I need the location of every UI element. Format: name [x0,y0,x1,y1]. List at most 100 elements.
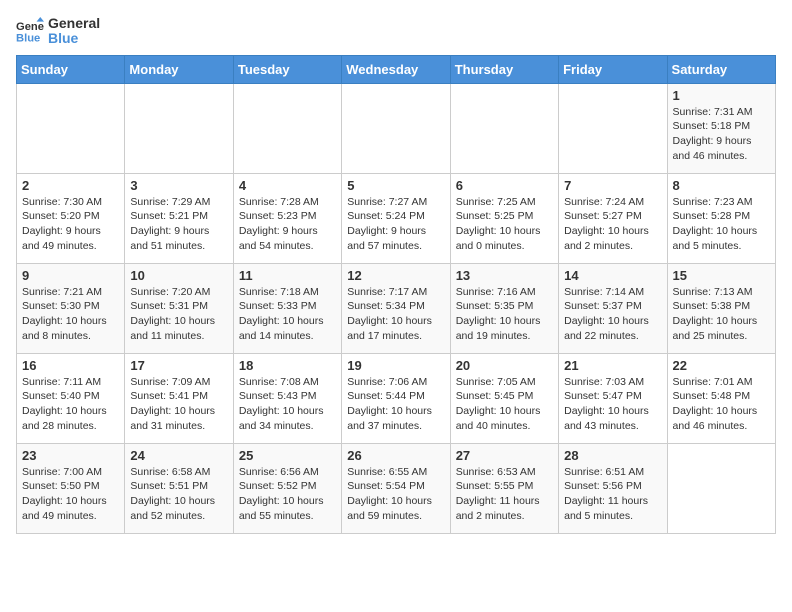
logo-icon: General Blue [16,17,44,45]
day-header-row: SundayMondayTuesdayWednesdayThursdayFrid… [17,55,776,83]
day-number: 22 [673,358,770,373]
day-number: 16 [22,358,119,373]
day-info: Sunrise: 7:21 AM Sunset: 5:30 PM Dayligh… [22,285,119,344]
header-thursday: Thursday [450,55,558,83]
header-wednesday: Wednesday [342,55,450,83]
day-cell: 26 Sunrise: 6:55 AM Sunset: 5:54 PM Dayli… [342,443,450,533]
day-number: 21 [564,358,661,373]
calendar-table: SundayMondayTuesdayWednesdayThursdayFrid… [16,55,776,534]
day-number: 8 [673,178,770,193]
day-info: Sunrise: 6:51 AM Sunset: 5:56 PM Dayligh… [564,465,661,524]
day-info: Sunrise: 6:58 AM Sunset: 5:51 PM Dayligh… [130,465,227,524]
day-cell: 14 Sunrise: 7:14 AM Sunset: 5:37 PM Dayli… [559,263,667,353]
day-number: 10 [130,268,227,283]
day-cell: 16 Sunrise: 7:11 AM Sunset: 5:40 PM Dayli… [17,353,125,443]
day-number: 18 [239,358,336,373]
day-number: 27 [456,448,553,463]
day-info: Sunrise: 7:17 AM Sunset: 5:34 PM Dayligh… [347,285,444,344]
day-number: 24 [130,448,227,463]
svg-text:General: General [16,21,44,33]
day-info: Sunrise: 6:53 AM Sunset: 5:55 PM Dayligh… [456,465,553,524]
day-number: 28 [564,448,661,463]
day-cell [450,83,558,173]
day-cell: 18 Sunrise: 7:08 AM Sunset: 5:43 PM Dayli… [233,353,341,443]
day-number: 5 [347,178,444,193]
header-friday: Friday [559,55,667,83]
day-number: 26 [347,448,444,463]
day-cell: 17 Sunrise: 7:09 AM Sunset: 5:41 PM Dayli… [125,353,233,443]
day-info: Sunrise: 7:25 AM Sunset: 5:25 PM Dayligh… [456,195,553,254]
day-info: Sunrise: 7:29 AM Sunset: 5:21 PM Dayligh… [130,195,227,254]
day-cell [559,83,667,173]
header-sunday: Sunday [17,55,125,83]
day-info: Sunrise: 7:31 AM Sunset: 5:18 PM Dayligh… [673,105,770,164]
day-cell: 28 Sunrise: 6:51 AM Sunset: 5:56 PM Dayli… [559,443,667,533]
day-cell [125,83,233,173]
day-info: Sunrise: 7:03 AM Sunset: 5:47 PM Dayligh… [564,375,661,434]
week-row-1: 1 Sunrise: 7:31 AM Sunset: 5:18 PM Daylig… [17,83,776,173]
day-info: Sunrise: 7:30 AM Sunset: 5:20 PM Dayligh… [22,195,119,254]
day-number: 19 [347,358,444,373]
day-cell [233,83,341,173]
day-cell: 19 Sunrise: 7:06 AM Sunset: 5:44 PM Dayli… [342,353,450,443]
day-number: 23 [22,448,119,463]
day-cell: 12Sunrise: 7:17 AM Sunset: 5:34 PM Dayli… [342,263,450,353]
week-row-2: 2Sunrise: 7:30 AM Sunset: 5:20 PM Daylig… [17,173,776,263]
day-cell [667,443,775,533]
day-info: Sunrise: 7:16 AM Sunset: 5:35 PM Dayligh… [456,285,553,344]
day-info: Sunrise: 7:20 AM Sunset: 5:31 PM Dayligh… [130,285,227,344]
day-info: Sunrise: 6:56 AM Sunset: 5:52 PM Dayligh… [239,465,336,524]
day-number: 14 [564,268,661,283]
day-info: Sunrise: 7:18 AM Sunset: 5:33 PM Dayligh… [239,285,336,344]
day-number: 15 [673,268,770,283]
logo-general: General [48,16,100,31]
day-cell: 8 Sunrise: 7:23 AM Sunset: 5:28 PM Daylig… [667,173,775,263]
header-tuesday: Tuesday [233,55,341,83]
day-cell: 4 Sunrise: 7:28 AM Sunset: 5:23 PM Daylig… [233,173,341,263]
day-info: Sunrise: 7:09 AM Sunset: 5:41 PM Dayligh… [130,375,227,434]
day-info: Sunrise: 7:27 AM Sunset: 5:24 PM Dayligh… [347,195,444,254]
logo-blue: Blue [48,31,100,46]
header-monday: Monday [125,55,233,83]
header: General Blue General Blue [16,16,776,47]
day-info: Sunrise: 7:01 AM Sunset: 5:48 PM Dayligh… [673,375,770,434]
week-row-5: 23 Sunrise: 7:00 AM Sunset: 5:50 PM Dayli… [17,443,776,533]
day-cell: 15Sunrise: 7:13 AM Sunset: 5:38 PM Dayli… [667,263,775,353]
header-saturday: Saturday [667,55,775,83]
day-number: 7 [564,178,661,193]
day-info: Sunrise: 7:14 AM Sunset: 5:37 PM Dayligh… [564,285,661,344]
day-number: 11 [239,268,336,283]
svg-text:Blue: Blue [16,33,40,45]
day-info: Sunrise: 7:08 AM Sunset: 5:43 PM Dayligh… [239,375,336,434]
day-cell: 21 Sunrise: 7:03 AM Sunset: 5:47 PM Dayli… [559,353,667,443]
day-info: Sunrise: 7:23 AM Sunset: 5:28 PM Dayligh… [673,195,770,254]
day-cell: 27 Sunrise: 6:53 AM Sunset: 5:55 PM Dayli… [450,443,558,533]
week-row-4: 16 Sunrise: 7:11 AM Sunset: 5:40 PM Dayli… [17,353,776,443]
day-number: 6 [456,178,553,193]
logo: General Blue General Blue [16,16,100,47]
day-info: Sunrise: 7:05 AM Sunset: 5:45 PM Dayligh… [456,375,553,434]
day-number: 1 [673,88,770,103]
day-cell: 9Sunrise: 7:21 AM Sunset: 5:30 PM Daylig… [17,263,125,353]
day-cell: 5 Sunrise: 7:27 AM Sunset: 5:24 PM Daylig… [342,173,450,263]
day-cell: 22 Sunrise: 7:01 AM Sunset: 5:48 PM Dayli… [667,353,775,443]
day-cell: 7 Sunrise: 7:24 AM Sunset: 5:27 PM Daylig… [559,173,667,263]
day-cell: 13 Sunrise: 7:16 AM Sunset: 5:35 PM Dayli… [450,263,558,353]
day-info: Sunrise: 7:28 AM Sunset: 5:23 PM Dayligh… [239,195,336,254]
week-row-3: 9Sunrise: 7:21 AM Sunset: 5:30 PM Daylig… [17,263,776,353]
day-cell: 1 Sunrise: 7:31 AM Sunset: 5:18 PM Daylig… [667,83,775,173]
day-info: Sunrise: 7:11 AM Sunset: 5:40 PM Dayligh… [22,375,119,434]
day-number: 17 [130,358,227,373]
day-info: Sunrise: 7:24 AM Sunset: 5:27 PM Dayligh… [564,195,661,254]
day-number: 13 [456,268,553,283]
day-info: Sunrise: 7:06 AM Sunset: 5:44 PM Dayligh… [347,375,444,434]
day-number: 20 [456,358,553,373]
day-number: 4 [239,178,336,193]
day-cell [342,83,450,173]
day-cell: 3Sunrise: 7:29 AM Sunset: 5:21 PM Daylig… [125,173,233,263]
day-info: Sunrise: 6:55 AM Sunset: 5:54 PM Dayligh… [347,465,444,524]
day-info: Sunrise: 7:00 AM Sunset: 5:50 PM Dayligh… [22,465,119,524]
day-cell: 20 Sunrise: 7:05 AM Sunset: 5:45 PM Dayli… [450,353,558,443]
day-cell: 10 Sunrise: 7:20 AM Sunset: 5:31 PM Dayli… [125,263,233,353]
day-cell: 25Sunrise: 6:56 AM Sunset: 5:52 PM Dayli… [233,443,341,533]
